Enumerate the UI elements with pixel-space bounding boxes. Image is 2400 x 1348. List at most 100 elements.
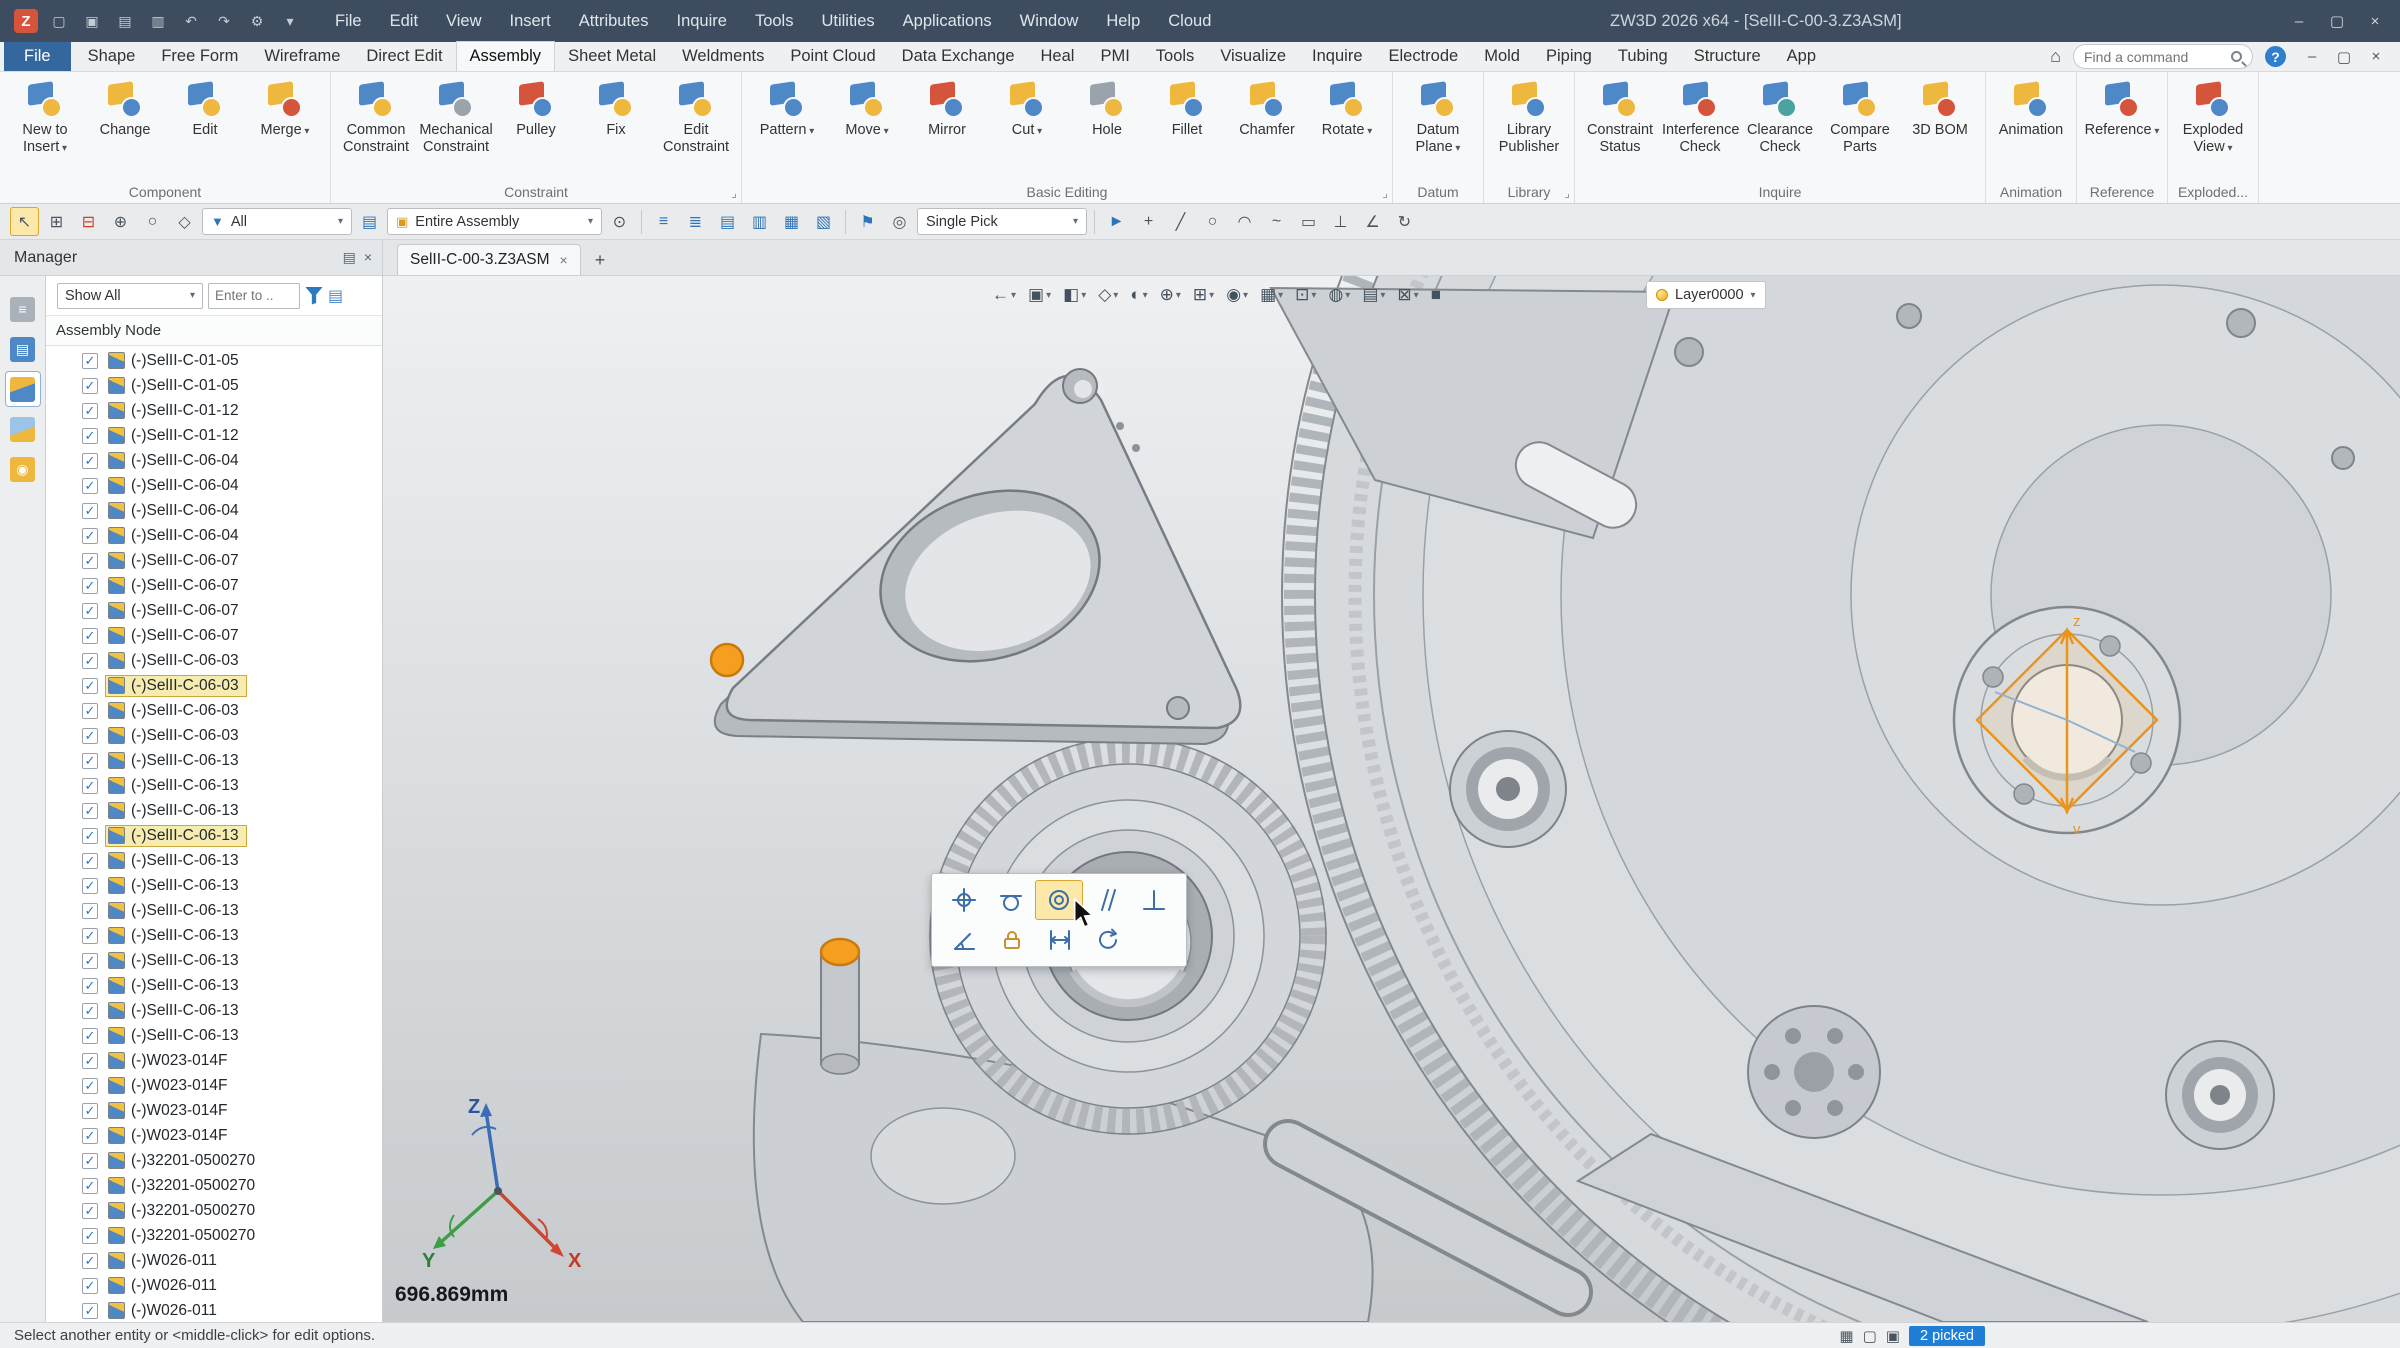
menu-inquire[interactable]: Inquire bbox=[663, 6, 739, 37]
ribbon-tab-heal[interactable]: Heal bbox=[1028, 42, 1088, 71]
ribbon-tab-point-cloud[interactable]: Point Cloud bbox=[777, 42, 888, 71]
layer-selector[interactable]: Layer0000 ▾ bbox=[1646, 281, 1766, 309]
render-mode-button[interactable]: ◍▾ bbox=[1326, 282, 1352, 308]
node-checkbox[interactable]: ✓ bbox=[82, 528, 98, 544]
clearance-check-button[interactable]: Clearance Check bbox=[1740, 76, 1820, 178]
rect-tool-icon[interactable]: ▭ bbox=[1294, 207, 1323, 236]
node-checkbox[interactable]: ✓ bbox=[82, 728, 98, 744]
node-checkbox[interactable]: ✓ bbox=[82, 853, 98, 869]
list-view-icon[interactable]: ▤ bbox=[713, 207, 742, 236]
node-checkbox[interactable]: ✓ bbox=[82, 1253, 98, 1269]
node-checkbox[interactable]: ✓ bbox=[82, 903, 98, 919]
menu-help[interactable]: Help bbox=[1093, 6, 1153, 37]
assembly-node-row[interactable]: ✓(-)SelII-C-01-05 bbox=[46, 348, 382, 373]
assembly-node-row[interactable]: ✓(-)SelII-C-06-13 bbox=[46, 823, 382, 848]
manager-options-icon[interactable]: ▤ bbox=[343, 249, 356, 266]
coincident-constraint-button[interactable] bbox=[940, 880, 988, 920]
assembly-node-row[interactable]: ✓(-)SelII-C-06-07 bbox=[46, 598, 382, 623]
stack-view-icon[interactable]: ▧ bbox=[809, 207, 838, 236]
filter-dropdown[interactable]: ▼All▾ bbox=[202, 208, 352, 235]
node-checkbox[interactable]: ✓ bbox=[82, 1078, 98, 1094]
bolt-hub[interactable] bbox=[1748, 1006, 1880, 1138]
menu-applications[interactable]: Applications bbox=[890, 6, 1005, 37]
edit-button[interactable]: Edit bbox=[165, 76, 245, 178]
grid-toggle-icon[interactable]: ▦ bbox=[1839, 1327, 1853, 1345]
pattern-button[interactable]: Pattern ▾ bbox=[747, 76, 827, 178]
angle-tool-icon[interactable]: ∠ bbox=[1358, 207, 1387, 236]
node-checkbox[interactable]: ✓ bbox=[82, 778, 98, 794]
filter-funnel-icon[interactable] bbox=[305, 287, 323, 305]
node-checkbox[interactable]: ✓ bbox=[82, 1203, 98, 1219]
frame-select-button[interactable]: ▣▾ bbox=[1026, 282, 1053, 308]
menu-attributes[interactable]: Attributes bbox=[566, 6, 662, 37]
node-checkbox[interactable]: ✓ bbox=[82, 1128, 98, 1144]
assembly-node-row[interactable]: ✓(-)SelII-C-06-03 bbox=[46, 698, 382, 723]
dialog-launcher-icon[interactable]: ⌟ bbox=[1564, 186, 1570, 200]
viewport[interactable]: z v bbox=[383, 276, 2400, 1322]
ribbon-tab-electrode[interactable]: Electrode bbox=[1376, 42, 1472, 71]
node-checkbox[interactable]: ✓ bbox=[82, 1028, 98, 1044]
animation-button[interactable]: Animation bbox=[1991, 76, 2071, 178]
ribbon-tab-free-form[interactable]: Free Form bbox=[148, 42, 251, 71]
node-checkbox[interactable]: ✓ bbox=[82, 553, 98, 569]
lock-constraint-button[interactable] bbox=[988, 920, 1036, 960]
node-checkbox[interactable]: ✓ bbox=[82, 1153, 98, 1169]
circle-tool-icon[interactable]: ○ bbox=[1198, 207, 1227, 236]
ribbon-tab-structure[interactable]: Structure bbox=[1681, 42, 1774, 71]
move-button[interactable]: Move ▾ bbox=[827, 76, 907, 178]
assembly-node-row[interactable]: ✓(-)SelII-C-06-13 bbox=[46, 1023, 382, 1048]
command-search-input[interactable] bbox=[2084, 49, 2231, 65]
ribbon-tab-shape[interactable]: Shape bbox=[75, 42, 149, 71]
print-icon[interactable]: ▥ bbox=[146, 9, 170, 33]
ribbon-tab-wireframe[interactable]: Wireframe bbox=[251, 42, 353, 71]
constraint-status-button[interactable]: Constraint Status bbox=[1580, 76, 1660, 178]
home-icon[interactable]: ⌂ bbox=[2050, 46, 2061, 67]
node-checkbox[interactable]: ✓ bbox=[82, 453, 98, 469]
assembly-node-row[interactable]: ✓(-)32201-0500270 bbox=[46, 1148, 382, 1173]
manager-search-input[interactable] bbox=[208, 283, 300, 309]
hole-button[interactable]: Hole bbox=[1067, 76, 1147, 178]
arc-tool-icon[interactable]: ◠ bbox=[1230, 207, 1259, 236]
constraint-manager-button[interactable]: ▤ bbox=[6, 332, 40, 366]
pulley-button[interactable]: Pulley bbox=[496, 76, 576, 178]
ribbon-tab-visualize[interactable]: Visualize bbox=[1207, 42, 1299, 71]
minimize-button[interactable]: – bbox=[2282, 8, 2316, 34]
assembly-node-row[interactable]: ✓(-)W023-014F bbox=[46, 1123, 382, 1148]
node-checkbox[interactable]: ✓ bbox=[82, 1103, 98, 1119]
chamfer-button[interactable]: Chamfer bbox=[1227, 76, 1307, 178]
assembly-node-row[interactable]: ✓(-)SelII-C-06-07 bbox=[46, 623, 382, 648]
line-tool-icon[interactable]: ╱ bbox=[1166, 207, 1195, 236]
view-manager-button[interactable] bbox=[6, 412, 40, 446]
assembly-node-row[interactable]: ✓(-)SelII-C-06-13 bbox=[46, 798, 382, 823]
section-view-button[interactable]: ◐▾ bbox=[1128, 282, 1149, 308]
ribbon-tab-tubing[interactable]: Tubing bbox=[1605, 42, 1681, 71]
assembly-node-row[interactable]: ✓(-)SelII-C-06-03 bbox=[46, 673, 382, 698]
selection-filter-icon[interactable]: ▣ bbox=[1886, 1327, 1900, 1345]
assembly-node-row[interactable]: ✓(-)W026-011 bbox=[46, 1273, 382, 1298]
sort-view-icon[interactable]: ▥ bbox=[745, 207, 774, 236]
circle-pick-icon[interactable]: ○ bbox=[138, 207, 167, 236]
help-icon[interactable]: ? bbox=[2265, 46, 2286, 67]
assembly-node-row[interactable]: ✓(-)W026-011 bbox=[46, 1298, 382, 1322]
add-selection-icon[interactable]: ⊕ bbox=[106, 207, 135, 236]
spline-tool-icon[interactable]: ~ bbox=[1262, 207, 1291, 236]
assembly-node-row[interactable]: ✓(-)SelII-C-06-03 bbox=[46, 723, 382, 748]
assembly-node-row[interactable]: ✓(-)W023-014F bbox=[46, 1048, 382, 1073]
mechanical-constraint-button[interactable]: Mechanical Constraint bbox=[416, 76, 496, 178]
exploded-view-button[interactable]: Exploded View ▾ bbox=[2173, 76, 2253, 178]
assembly-node-row[interactable]: ✓(-)SelII-C-06-13 bbox=[46, 948, 382, 973]
ribbon-tab-app[interactable]: App bbox=[1774, 42, 1829, 71]
ribbon-tab-file[interactable]: File bbox=[4, 42, 71, 71]
ribbon-tab-piping[interactable]: Piping bbox=[1533, 42, 1605, 71]
menu-utilities[interactable]: Utilities bbox=[808, 6, 887, 37]
angle-constraint-button[interactable] bbox=[940, 920, 988, 960]
model-canvas[interactable]: z v bbox=[383, 276, 2400, 1322]
rotate-button[interactable]: Rotate ▾ bbox=[1307, 76, 1387, 178]
menu-window[interactable]: Window bbox=[1007, 6, 1092, 37]
edit-constraint-button[interactable]: Edit Constraint bbox=[656, 76, 736, 178]
perpendicular-constraint-button[interactable] bbox=[1130, 880, 1178, 920]
pin[interactable] bbox=[821, 939, 859, 1074]
node-checkbox[interactable]: ✓ bbox=[82, 928, 98, 944]
change-button[interactable]: Change bbox=[85, 76, 165, 178]
node-checkbox[interactable]: ✓ bbox=[82, 1303, 98, 1319]
